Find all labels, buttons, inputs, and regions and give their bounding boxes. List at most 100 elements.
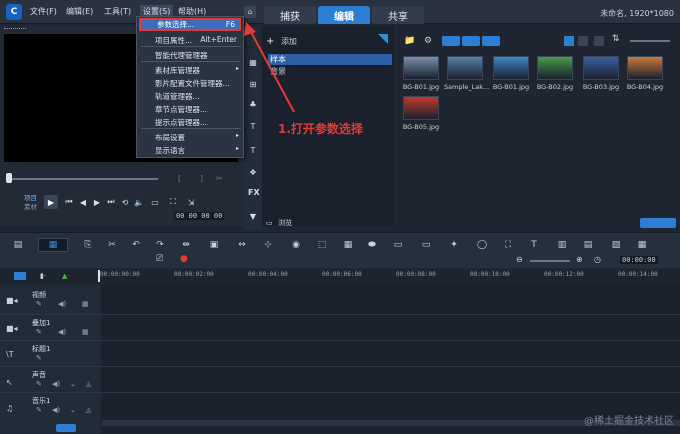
edit-icon[interactable]: ✎ bbox=[36, 380, 42, 388]
menu-display-language[interactable]: 显示语言 ▸ bbox=[155, 145, 241, 156]
menu-preferences[interactable]: 参数选择... F6 bbox=[139, 18, 241, 31]
folder-icon[interactable]: 📁 bbox=[404, 36, 415, 46]
multicam-icon[interactable]: ▦ bbox=[342, 239, 354, 251]
show-image-icon[interactable] bbox=[462, 36, 480, 46]
library-thumb[interactable]: BG-B01.jpg bbox=[400, 56, 442, 91]
output-icon[interactable]: ⇲ bbox=[186, 197, 196, 207]
audio-mixer-icon[interactable]: ▤ bbox=[582, 239, 594, 251]
menu-profile-manager[interactable]: 影片配置文件管理器... bbox=[155, 78, 241, 89]
thumb-view-icon[interactable] bbox=[594, 36, 604, 46]
library-thumb[interactable]: BG-B03.jpg bbox=[580, 56, 622, 91]
fullscreen-icon[interactable]: ⛶ bbox=[168, 197, 178, 207]
timeline-zoom-slider[interactable] bbox=[530, 260, 570, 262]
redo-icon[interactable]: ↷ bbox=[154, 239, 166, 251]
speed-icon[interactable]: ▭ bbox=[420, 239, 432, 251]
loop-icon[interactable]: ◯ bbox=[476, 239, 488, 251]
edit-icon[interactable]: ✎ bbox=[36, 300, 42, 308]
copy-icon[interactable]: ⎘ bbox=[82, 239, 94, 251]
menu-track-manager[interactable]: 轨道管理器... bbox=[155, 91, 241, 102]
tab-edit[interactable]: 编辑 bbox=[318, 6, 370, 24]
prev-frame-icon[interactable]: ◀ bbox=[78, 197, 88, 207]
library-thumb[interactable]: BG-B02.jpg bbox=[534, 56, 576, 91]
grid-icon[interactable]: ▦ bbox=[82, 300, 89, 308]
repeat-icon[interactable]: ⟲ bbox=[120, 197, 130, 207]
title-icon[interactable]: T bbox=[248, 122, 258, 132]
track-manager-icon[interactable] bbox=[14, 272, 26, 280]
motion-icon[interactable]: ⊹ bbox=[262, 239, 274, 251]
library-thumb[interactable]: BG-B05.jpg bbox=[400, 96, 442, 131]
sort-icon[interactable]: ⇅ bbox=[612, 34, 620, 44]
menu-edit[interactable]: 编辑(E) bbox=[66, 6, 93, 17]
menu-library-manager[interactable]: 素材库管理器 ▸ bbox=[155, 65, 241, 76]
expand-icon[interactable]: ⌄ bbox=[70, 380, 76, 388]
list-view-icon[interactable] bbox=[564, 36, 574, 46]
cut-icon[interactable]: ✂ bbox=[106, 239, 118, 251]
timeline-timecode[interactable]: 00:00:00 bbox=[620, 256, 658, 264]
auto-music-icon[interactable]: ▦ bbox=[636, 239, 648, 251]
home-icon[interactable]: ⌂ bbox=[244, 6, 256, 18]
menu-chapter-manager[interactable]: 章节点管理器... bbox=[155, 104, 241, 115]
image-icon[interactable]: ▣ bbox=[208, 239, 220, 251]
storyboard-view-icon[interactable]: ▤ bbox=[12, 239, 24, 251]
next-frame-icon[interactable]: ▶ bbox=[92, 197, 102, 207]
cue-marker-icon[interactable]: ▲· bbox=[62, 272, 70, 280]
split-icon[interactable]: ✂ bbox=[216, 174, 223, 183]
text-icon[interactable]: T bbox=[528, 239, 540, 251]
split-screen-icon[interactable]: ▥ bbox=[556, 239, 568, 251]
show-audio-icon[interactable] bbox=[482, 36, 500, 46]
library-thumb[interactable]: BG-B04.jpg bbox=[624, 56, 666, 91]
size-icon[interactable]: ▭ bbox=[150, 197, 160, 207]
scrubber-handle[interactable] bbox=[6, 173, 12, 183]
effect-icon[interactable]: ◬ bbox=[86, 380, 91, 388]
show-video-icon[interactable] bbox=[442, 36, 460, 46]
audio-icon[interactable]: ◀) bbox=[52, 380, 60, 388]
chapter-marker-icon[interactable]: ▮· bbox=[40, 272, 46, 280]
expand-down-icon[interactable]: ▼ bbox=[248, 212, 258, 222]
volume-icon[interactable]: 🔈 bbox=[134, 197, 144, 207]
chapter-icon[interactable]: ▧ bbox=[610, 239, 622, 251]
edit-icon[interactable]: ✎ bbox=[36, 354, 42, 362]
fit-icon[interactable]: ⇹ bbox=[180, 239, 192, 251]
zoom-slider[interactable] bbox=[630, 40, 670, 42]
magic-icon[interactable]: ✦ bbox=[448, 239, 460, 251]
expand-icon[interactable]: ⇔ bbox=[236, 239, 248, 251]
audio-icon[interactable]: ◀) bbox=[58, 328, 66, 336]
browse-button[interactable]: ▭ 浏览 bbox=[266, 218, 292, 228]
settings-icon[interactable]: ⚙ bbox=[424, 36, 432, 46]
record-icon[interactable]: ◉ bbox=[290, 239, 302, 251]
library-thumb[interactable]: Sample_Lak... bbox=[444, 56, 489, 91]
menu-project-properties[interactable]: 项目属性... Alt+Enter bbox=[155, 35, 241, 46]
graphic-icon[interactable]: T bbox=[248, 146, 258, 156]
undo-icon[interactable]: ↶ bbox=[130, 239, 142, 251]
crop-icon[interactable]: ⛶ bbox=[502, 239, 514, 251]
scrubber-track[interactable] bbox=[8, 178, 158, 180]
filter-icon[interactable]: ❖ bbox=[248, 168, 258, 178]
library-options-icon[interactable] bbox=[640, 218, 676, 228]
mode-clip[interactable]: 素材 bbox=[24, 201, 37, 211]
effect-icon[interactable]: ◬ bbox=[86, 406, 91, 414]
library-thumb[interactable]: BG-B01.jpg bbox=[490, 56, 532, 91]
grid-view-icon[interactable] bbox=[578, 36, 588, 46]
play-button[interactable]: ▶ bbox=[44, 195, 58, 209]
expand-icon[interactable]: ⌄ bbox=[70, 406, 76, 414]
mark-out-icon[interactable]: ] bbox=[200, 174, 203, 183]
subtitle-icon[interactable]: ▭ bbox=[392, 239, 404, 251]
audio-icon[interactable]: ◀) bbox=[52, 406, 60, 414]
menu-cue-manager[interactable]: 提示点管理器... bbox=[155, 117, 241, 128]
menu-smart-proxy[interactable]: 智能代理管理器 bbox=[155, 50, 241, 61]
edit-icon[interactable]: ✎ bbox=[36, 406, 42, 414]
fx-icon[interactable]: FX bbox=[248, 188, 260, 198]
track-motion-icon[interactable]: ⬬ bbox=[366, 239, 378, 251]
preview-timecode[interactable]: 00 00 00 00 bbox=[174, 212, 225, 220]
clock-icon[interactable]: ◷ bbox=[594, 255, 601, 264]
menu-tools[interactable]: 工具(T) bbox=[104, 6, 131, 17]
end-icon[interactable]: ⏭ bbox=[106, 197, 116, 207]
audio-icon[interactable]: ◀) bbox=[58, 300, 66, 308]
tab-share[interactable]: 共享 bbox=[372, 6, 424, 24]
scroll-nav-icon[interactable] bbox=[56, 424, 76, 432]
menu-file[interactable]: 文件(F) bbox=[30, 6, 57, 17]
screen-record-icon[interactable]: ⎚ bbox=[156, 254, 163, 264]
edit-icon[interactable]: ✎ bbox=[36, 328, 42, 336]
grid-icon[interactable]: ▦ bbox=[82, 328, 89, 336]
zoom-in-icon[interactable]: ⊕ bbox=[576, 255, 583, 264]
